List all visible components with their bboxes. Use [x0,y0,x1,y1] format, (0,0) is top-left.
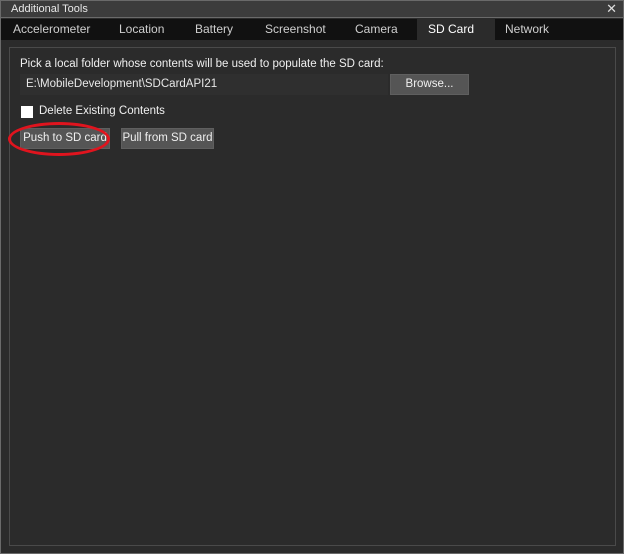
tab-battery[interactable]: Battery [185,19,243,40]
delete-existing-label[interactable]: Delete Existing Contents [39,105,165,117]
sd-card-panel: Pick a local folder whose contents will … [8,47,616,546]
tab-camera[interactable]: Camera [345,19,408,40]
tab-sd-card[interactable]: SD Card [417,19,495,40]
pull-from-sd-card-button[interactable]: Pull from SD card [121,128,214,149]
browse-button[interactable]: Browse... [390,74,469,95]
title-bar[interactable]: Additional Tools ✕ [1,1,623,18]
tab-screenshot[interactable]: Screenshot [255,19,336,40]
delete-existing-checkbox[interactable] [21,106,33,118]
window-title: Additional Tools [11,3,88,15]
additional-tools-window: Additional Tools ✕ Accelerometer Locatio… [0,0,624,554]
tab-network[interactable]: Network [495,19,559,40]
folder-path-input[interactable]: E:\MobileDevelopment\SDCardAPI21 [20,74,388,95]
instruction-label: Pick a local folder whose contents will … [20,58,384,70]
tab-location[interactable]: Location [109,19,174,40]
tab-accelerometer[interactable]: Accelerometer [3,19,100,40]
close-icon[interactable]: ✕ [606,1,617,17]
highlight-annotation-ring [8,122,110,156]
tab-strip: Accelerometer Location Battery Screensho… [1,19,623,40]
